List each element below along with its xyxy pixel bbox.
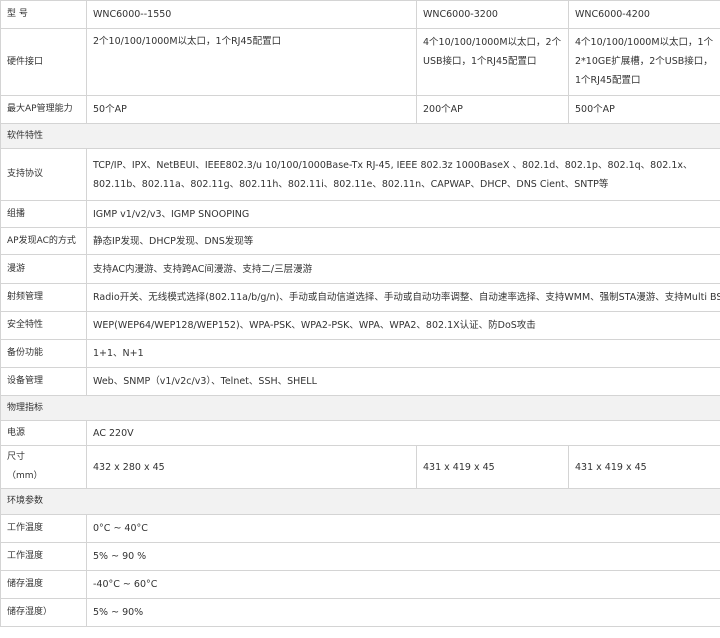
row-value: 0°C ~ 40°C [86, 514, 720, 543]
max-ap-value-2: 200个AP [416, 95, 569, 124]
max-ap-value-1: 50个AP [86, 95, 417, 124]
hardware-label: 硬件接口 [0, 28, 87, 96]
env-row: 工作湿度 5% ~ 90 % [0, 542, 720, 571]
model-2: WNC6000-3200 [416, 0, 569, 29]
row-value: IGMP v1/v2/v3、IGMP SNOOPING [86, 200, 720, 228]
row-value: 5% ~ 90 % [86, 542, 720, 571]
row-label: 漫游 [0, 254, 87, 284]
section-title: 环境参数 [0, 488, 720, 515]
max-ap-value-3: 500个AP [568, 95, 720, 124]
max-ap-label: 最大AP管理能力 [0, 95, 87, 124]
model-row: 型 号 WNC6000--1550 WNC6000-3200 WNC6000-4… [0, 0, 720, 29]
model-1: WNC6000--1550 [86, 0, 417, 29]
row-value: WEP(WEP64/WEP128/WEP152)、WPA-PSK、WPA2-PS… [86, 311, 720, 340]
row-label: 储存湿度） [0, 598, 87, 627]
size-value-2: 431 x 419 x 45 [416, 445, 569, 489]
power-row: 电源 AC 220V [0, 420, 720, 446]
section-title: 软件特性 [0, 123, 720, 149]
row-label: 组播 [0, 200, 87, 228]
power-value: AC 220V [86, 420, 720, 446]
size-label-line2: （mm） [7, 471, 43, 481]
hardware-value-1: 2个10/100/1000M以太口，1个RJ45配置口 [86, 28, 417, 96]
size-value-3: 431 x 419 x 45 [568, 445, 720, 489]
row-label: 设备管理 [0, 367, 87, 396]
section-title: 物理指标 [0, 395, 720, 421]
physical-section-row: 物理指标 [0, 395, 720, 421]
row-value: TCP/IP、IPX、NetBEUI、IEEE802.3/u 10/100/10… [86, 148, 720, 201]
hardware-value-3: 4个10/100/1000M以太口，1个2*10GE扩展槽，2个USB接口，1个… [568, 28, 720, 96]
spec-row: 安全特性 WEP(WEP64/WEP128/WEP152)、WPA-PSK、WP… [0, 311, 720, 340]
spec-row: 支持协议 TCP/IP、IPX、NetBEUI、IEEE802.3/u 10/1… [0, 148, 720, 201]
row-label: 射频管理 [0, 283, 87, 312]
spec-row: 漫游 支持AC内漫游、支持跨AC间漫游、支持二/三层漫游 [0, 254, 720, 284]
size-label: 尺寸 （mm） [0, 445, 87, 489]
env-row: 储存温度 -40°C ~ 60°C [0, 570, 720, 599]
row-label: 工作湿度 [0, 542, 87, 571]
spec-row: 组播 IGMP v1/v2/v3、IGMP SNOOPING [0, 200, 720, 228]
row-value: 静态IP发现、DHCP发现、DNS发现等 [86, 227, 720, 255]
row-label: 工作温度 [0, 514, 87, 543]
row-value: Web、SNMP（v1/v2c/v3）、Telnet、SSH、SHELL [86, 367, 720, 396]
row-value: Radio开关、无线模式选择(802.11a/b/g/n)、手动或自动信道选择、… [86, 283, 720, 312]
power-label: 电源 [0, 420, 87, 446]
env-row: 工作温度 0°C ~ 40°C [0, 514, 720, 543]
env-row: 储存湿度） 5% ~ 90% [0, 598, 720, 627]
row-label: 支持协议 [0, 148, 87, 201]
spec-row: 备份功能 1+1、N+1 [0, 339, 720, 368]
model-3: WNC6000-4200 [568, 0, 720, 29]
row-value: -40°C ~ 60°C [86, 570, 720, 599]
size-row: 尺寸 （mm） 432 x 280 x 45 431 x 419 x 45 43… [0, 445, 720, 489]
hardware-row: 硬件接口 2个10/100/1000M以太口，1个RJ45配置口 4个10/10… [0, 28, 720, 96]
row-label: 安全特性 [0, 311, 87, 340]
row-value: 1+1、N+1 [86, 339, 720, 368]
row-value: 支持AC内漫游、支持跨AC间漫游、支持二/三层漫游 [86, 254, 720, 284]
spec-row: 设备管理 Web、SNMP（v1/v2c/v3）、Telnet、SSH、SHEL… [0, 367, 720, 396]
spec-row: AP发现AC的方式 静态IP发现、DHCP发现、DNS发现等 [0, 227, 720, 255]
row-label: 备份功能 [0, 339, 87, 368]
max-ap-row: 最大AP管理能力 50个AP 200个AP 500个AP [0, 95, 720, 124]
software-section-row: 软件特性 [0, 123, 720, 149]
row-label: AP发现AC的方式 [0, 227, 87, 255]
model-label: 型 号 [0, 0, 87, 29]
spec-row: 射频管理 Radio开关、无线模式选择(802.11a/b/g/n)、手动或自动… [0, 283, 720, 312]
spec-table: 型 号 WNC6000--1550 WNC6000-3200 WNC6000-4… [0, 0, 720, 627]
row-value: 5% ~ 90% [86, 598, 720, 627]
hardware-value-2: 4个10/100/1000M以太口，2个USB接口，1个RJ45配置口 [416, 28, 569, 96]
env-section-row: 环境参数 [0, 488, 720, 515]
size-value-1: 432 x 280 x 45 [86, 445, 417, 489]
size-label-line1: 尺寸 [7, 452, 26, 462]
row-label: 储存温度 [0, 570, 87, 599]
